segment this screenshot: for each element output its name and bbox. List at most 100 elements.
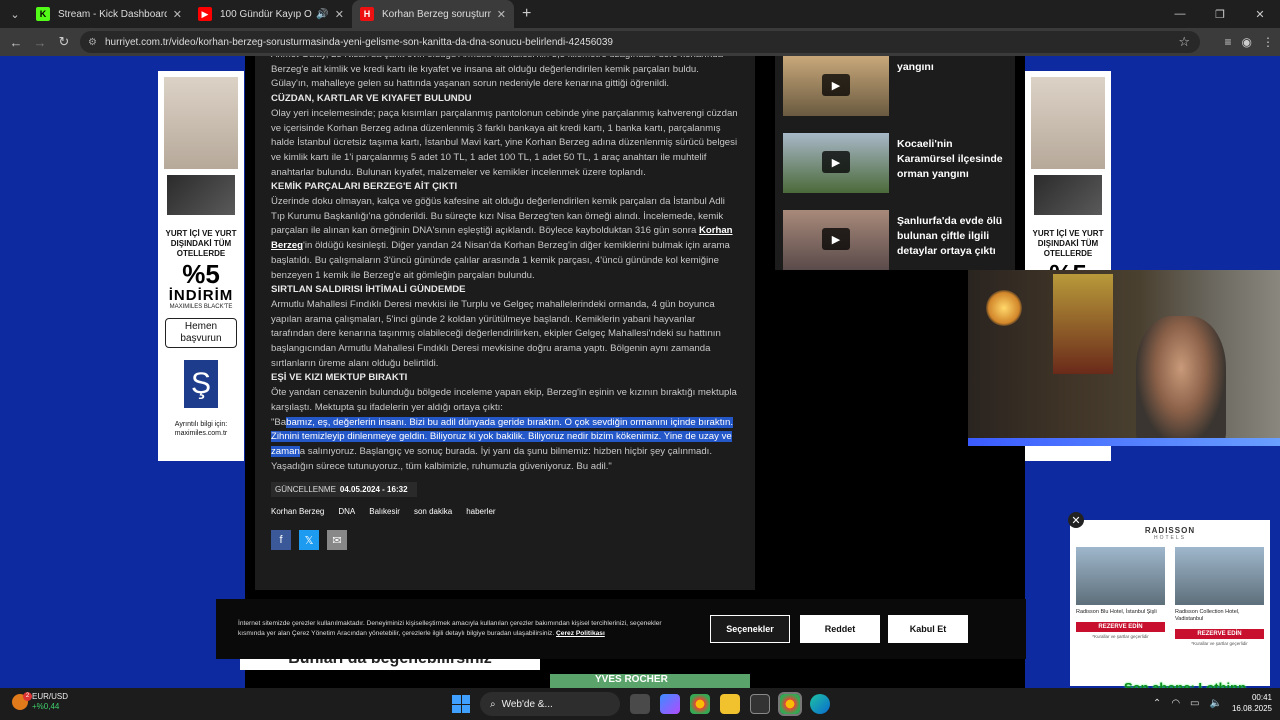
related-videos: ▶ yangını ▶ Kocaeli'nin Karamürsel ilçes… — [775, 56, 1015, 270]
tag-link[interactable]: haberler — [466, 507, 495, 516]
ad-photo — [1031, 77, 1105, 169]
hotel-card[interactable]: Radisson Collection Hotel, Vadistanbul R… — [1175, 547, 1264, 646]
video-title[interactable]: yangını — [897, 56, 934, 75]
ad-card-image — [1034, 175, 1102, 215]
x-twitter-icon[interactable]: 𝕏 — [299, 530, 319, 551]
yves-rocher-ad[interactable]: YVES ROCHER — [550, 674, 750, 688]
tab-search-icon[interactable]: ⌄ — [2, 3, 28, 25]
close-icon[interactable]: ✕ — [497, 8, 506, 21]
close-icon[interactable]: ✕ — [173, 8, 182, 21]
play-icon[interactable]: ▶ — [822, 228, 850, 250]
article-paragraph: Öte yandan cenazenin bulunduğu bölgede i… — [271, 387, 737, 413]
forward-icon[interactable]: → — [28, 35, 52, 50]
facebook-icon[interactable]: f — [271, 530, 291, 551]
left-side-ad[interactable]: YURT İÇİ VE YURT DIŞINDAKİ TÜM OTELLERDE… — [158, 71, 244, 461]
share-buttons: f 𝕏 ✉ — [271, 530, 739, 551]
hotel-card[interactable]: Radisson Blu Hotel, İstanbul Şişli REZER… — [1076, 547, 1165, 646]
copilot-icon[interactable] — [660, 694, 680, 714]
tab-youtube[interactable]: ▶ 100 Gündür Kayıp Olan Kor 🔊 ✕ — [190, 0, 352, 28]
hotel-note: *Kurallar ve şartlar geçerlidir — [1092, 634, 1149, 639]
extensions-icon[interactable]: ≡ — [1225, 35, 1232, 49]
streamer — [1136, 316, 1226, 446]
video-item[interactable]: ▶ yangını — [775, 56, 1015, 133]
wifi-icon[interactable]: ◠ — [1171, 698, 1180, 709]
cookie-reject-button[interactable]: Reddet — [800, 615, 880, 643]
speaker-icon[interactable]: 🔊 — [316, 9, 328, 20]
close-icon[interactable]: ✕ — [335, 8, 344, 21]
letter-quote: "Babamız, eş, değerlerin insanı. Bizi bu… — [271, 416, 739, 475]
new-tab-icon[interactable]: + — [522, 5, 531, 23]
site-info-icon[interactable]: ⚙ — [88, 37, 97, 48]
chrome-icon[interactable] — [690, 694, 710, 714]
profile-icon[interactable]: ◉ — [1242, 35, 1252, 49]
minimize-icon[interactable]: — — [1160, 8, 1200, 20]
tab-title: 100 Gündür Kayıp Olan Kor — [220, 8, 312, 20]
cookie-options-button[interactable]: Seçenekler — [710, 615, 790, 643]
tag-link[interactable]: Balıkesir — [369, 507, 400, 516]
ad-headline: YURT İÇİ VE YURT DIŞINDAKİ TÜM OTELLERDE — [1032, 229, 1104, 258]
search-icon: ⌕ — [490, 698, 496, 710]
tag-link[interactable]: Korhan Berzeg — [271, 507, 324, 516]
youtube-icon: ▶ — [198, 7, 212, 21]
cookie-policy-link[interactable]: Çerez Politikası — [556, 630, 605, 637]
close-ad-icon[interactable]: ✕ — [1068, 512, 1084, 528]
updated-badge: GÜNCELLENME 04.05.2024 - 16:32 — [271, 482, 417, 498]
chevron-up-icon[interactable]: ⌃ — [1153, 698, 1161, 709]
task-view-icon[interactable] — [630, 694, 650, 714]
tab-hurriyet[interactable]: H Korhan Berzeg soruşturmasında ✕ — [352, 0, 514, 28]
video-thumbnail[interactable]: ▶ — [783, 210, 889, 270]
webcam-overlay — [968, 270, 1280, 446]
ad-headline: YURT İÇİ VE YURT DIŞINDAKİ TÜM OTELLERDE — [165, 229, 237, 258]
reload-icon[interactable]: ↻ — [52, 34, 76, 50]
window-controls: — ❐ ✕ — [1160, 0, 1280, 28]
reserve-button[interactable]: REZERVE EDİN — [1076, 622, 1165, 632]
monitor-icon[interactable]: ▭ — [1190, 698, 1199, 709]
bookmark-star-icon[interactable]: ☆ — [1178, 34, 1190, 50]
tag-link[interactable]: son dakika — [414, 507, 452, 516]
play-icon[interactable]: ▶ — [822, 151, 850, 173]
play-icon[interactable]: ▶ — [822, 74, 850, 96]
ad-apply-button[interactable]: Hemen başvurun — [165, 318, 237, 348]
hurriyet-icon: H — [360, 7, 374, 21]
windows-start-icon[interactable] — [452, 695, 470, 713]
hotel-photo — [1175, 547, 1264, 605]
tag-list: Korhan Berzeg DNA Balıkesir son dakika h… — [271, 507, 739, 516]
reserve-button[interactable]: REZERVE EDİN — [1175, 629, 1264, 639]
back-icon[interactable]: ← — [4, 35, 28, 50]
radisson-ad[interactable]: ✕ RADISSON HOTELS Radisson Blu Hotel, İs… — [1068, 512, 1270, 686]
address-bar[interactable]: ⚙ hurriyet.com.tr/video/korhan-berzeg-so… — [80, 31, 1200, 53]
article-subheading: KEMİK PARÇALARI BERZEG'E AİT ÇIKTI — [271, 181, 458, 193]
hotel-photo — [1076, 547, 1165, 605]
article-subheading: SIRTLAN SALDIRISI İHTİMALİ GÜNDEMDE — [271, 284, 466, 296]
file-explorer-icon[interactable] — [720, 694, 740, 714]
chrome-active-icon[interactable] — [778, 692, 802, 716]
clock[interactable]: 00:41 16.08.2025 — [1232, 692, 1272, 714]
volume-icon[interactable]: 🔈 — [1210, 698, 1222, 709]
tab-title: Korhan Berzeg soruşturmasında — [382, 8, 491, 20]
article-paragraph: Olay yeri incelemesinde; paça kısımları … — [271, 107, 738, 178]
cookie-accept-button[interactable]: Kabul Et — [888, 615, 968, 643]
tag-link[interactable]: DNA — [338, 507, 355, 516]
video-title[interactable]: Şanlıurfa'da evde ölü bulunan çiftle ilg… — [897, 210, 1007, 259]
video-thumbnail[interactable]: ▶ — [783, 56, 889, 116]
video-thumbnail[interactable]: ▶ — [783, 133, 889, 193]
fx-widget[interactable]: 2 EUR/USD +%0,44 — [12, 692, 68, 712]
hotel-name: Radisson Collection Hotel, Vadistanbul — [1175, 609, 1240, 622]
video-title[interactable]: Kocaeli'nin Karamürsel ilçesinde orman y… — [897, 133, 1007, 182]
app-icon[interactable] — [750, 694, 770, 714]
close-window-icon[interactable]: ✕ — [1240, 8, 1280, 21]
led-strip — [968, 438, 1280, 446]
email-icon[interactable]: ✉ — [327, 530, 347, 551]
restore-icon[interactable]: ❐ — [1200, 8, 1240, 21]
text-span: Üzerinde doku olmayan, kalça ve göğüs ka… — [271, 196, 725, 237]
video-item[interactable]: ▶ Kocaeli'nin Karamürsel ilçesinde orman… — [775, 133, 1015, 210]
article-subheading: EŞİ VE KIZI MEKTUP BIRAKTI — [271, 372, 408, 384]
tab-title: Stream - Kick Dashboard — [58, 8, 167, 20]
taskbar-search[interactable]: ⌕ Web'de &... — [480, 692, 620, 716]
menu-icon[interactable]: ⋮ — [1262, 35, 1274, 49]
isbank-logo-icon: Ş — [184, 360, 218, 408]
tab-kick[interactable]: K Stream - Kick Dashboard ✕ — [28, 0, 190, 28]
fx-pair: EUR/USD — [32, 692, 69, 701]
wall-poster — [1053, 274, 1113, 374]
edge-icon[interactable] — [810, 694, 830, 714]
